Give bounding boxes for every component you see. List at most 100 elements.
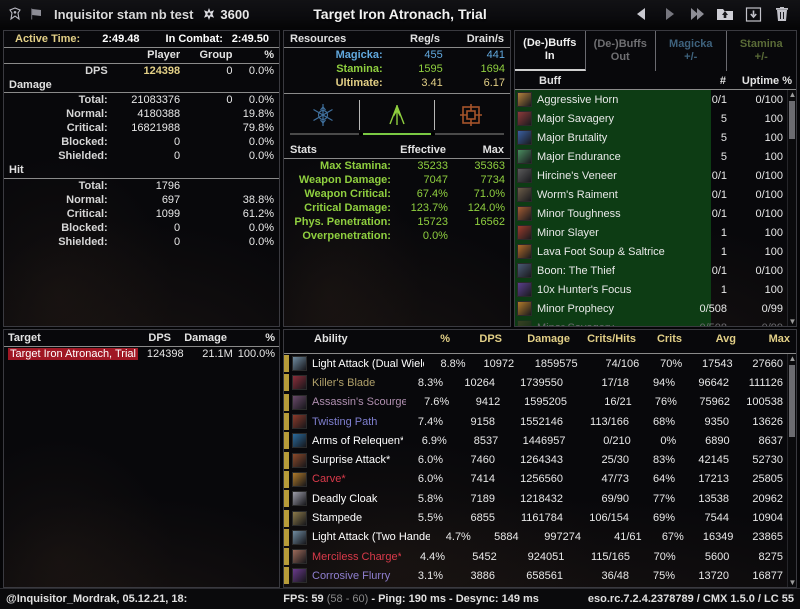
row-label: Critical Damage: (304, 202, 391, 214)
table-row: Weapon Damage: 7047 7734 (284, 173, 510, 187)
in-combat-label: In Combat: (165, 33, 223, 45)
col-regen: Reg/s (410, 33, 440, 45)
row-player: 1796 (155, 179, 181, 192)
buff-count: 5 (720, 112, 727, 125)
prev-fight-button[interactable] (632, 5, 651, 24)
tab-debuffs-in[interactable]: (De-)Buffs In (515, 31, 586, 71)
ability-percent: 3.1% (417, 569, 443, 582)
target-column-headers: Target DPS Damage % (4, 330, 279, 347)
ability-row[interactable]: Light Attack (Two Handed) 4.7% 5884 997274 4… (284, 528, 787, 547)
upload-button[interactable] (716, 5, 735, 24)
ability-crits: 67% (661, 531, 684, 544)
row-group (185, 221, 237, 235)
scrollbar-thumb[interactable] (789, 365, 795, 437)
buffs-column-headers: Buff # Uptime % (515, 73, 796, 90)
ability-damage: 1859575 (534, 357, 578, 370)
table-row: Total: 21083376 0 0.0% (4, 93, 279, 108)
col-ability: Ability (314, 333, 348, 345)
ability-max: 10904 (752, 512, 783, 525)
ability-row[interactable]: Killer's Blade 8.3% 10264 1739550 17/18 94% 96… (284, 373, 787, 392)
ability-row[interactable]: Assassin's Scourge 7.6% 9412 1595205 16/21 76… (284, 393, 787, 412)
abilities-scrollbar[interactable]: ▲ ▼ (787, 354, 796, 587)
fight-name[interactable]: Inquisitor stam nb test (54, 7, 193, 22)
row-effective: 15723 (417, 216, 448, 228)
ability-crits: 68% (652, 415, 675, 428)
ability-crits-hits: 36/48 (601, 569, 629, 582)
ability-name: Twisting Path (312, 415, 378, 428)
ability-crits-hits: 41/61 (614, 531, 642, 544)
frost-rune-icon[interactable] (286, 102, 359, 128)
ability-max: 111126 (748, 376, 783, 389)
scrollbar-thumb[interactable] (789, 101, 795, 139)
skill-bar-icons (284, 93, 510, 132)
table-row[interactable]: Target Iron Atronach, Trial 124398 21.1M… (4, 347, 279, 361)
last-fight-button[interactable] (688, 5, 707, 24)
target-name[interactable]: Target Iron Atronach, Trial (8, 348, 138, 360)
tab-label-bottom: In (544, 50, 555, 62)
scroll-down-arrow[interactable]: ▼ (788, 317, 796, 326)
next-fight-button[interactable] (660, 5, 679, 24)
ability-crits-hits: 115/165 (590, 550, 630, 563)
buff-count: 1 (720, 245, 727, 258)
buff-uptime: 100 (764, 112, 783, 125)
stats-title: Stats (290, 144, 317, 156)
tab-label-bottom: Out (610, 51, 630, 63)
buff-uptime: 0/100 (755, 93, 783, 106)
ability-damage: 1264343 (520, 454, 563, 467)
tab-stamina[interactable]: Stamina +/- (727, 31, 797, 71)
ultimate-icon (201, 7, 216, 22)
ability-name: Surprise Attack* (312, 454, 391, 467)
col-drain: Drain/s (466, 33, 504, 45)
col-avg: Avg (715, 333, 736, 345)
buff-uptime: 100 (764, 245, 783, 258)
buff-name: Aggressive Horn (537, 93, 619, 106)
row-effective: 35233 (417, 160, 448, 172)
buff-uptime: 0/100 (755, 188, 783, 201)
row-label: Weapon Damage: (298, 174, 391, 186)
ability-row[interactable]: Deadly Cloak 5.8% 7189 1218432 69/90 77% 13538… (284, 489, 787, 508)
ability-row[interactable]: Light Attack (Dual Wield) 8.8% 10972 185957… (284, 354, 787, 373)
delete-button[interactable] (772, 5, 791, 24)
ability-row[interactable]: Surprise Attack* 6.0% 7460 1264343 25/30 83% 4… (284, 450, 787, 469)
ability-share-marker (284, 470, 289, 488)
ability-row[interactable]: Stampede 5.5% 6855 1161784 106/154 69% 7544 109… (284, 508, 787, 527)
ability-damage: 1595205 (524, 396, 567, 409)
ability-row[interactable]: Arms of Relequen* 6.9% 8537 1446957 0/210 0% 6… (284, 431, 787, 450)
table-row: Phys. Penetration: 15723 16562 (284, 215, 510, 229)
scroll-up-arrow[interactable]: ▲ (788, 90, 796, 99)
buffs-scrollbar[interactable]: ▲ ▼ (787, 90, 796, 326)
table-row: Shielded: 0 0.0% (4, 149, 279, 163)
account-name: @Inquisitor_Mordrak, 05.12.21, 18: (6, 593, 188, 605)
ability-max: 23865 (752, 531, 783, 544)
ability-row[interactable]: Corrosive Flurry 3.1% 3886 658561 36/48 75% 13… (284, 566, 787, 585)
ability-percent: 4.4% (419, 550, 446, 563)
ability-avg: 17213 (698, 473, 729, 486)
tab-magicka[interactable]: Magicka +/- (656, 31, 727, 71)
ability-row[interactable]: Twisting Path 7.4% 9158 1552146 113/166 68% 93… (284, 412, 787, 431)
ability-row[interactable]: Barbed Trap*3.1%380064408052/8164%795211… (284, 586, 787, 587)
ability-max: 8637 (758, 434, 783, 447)
buff-icon (517, 92, 532, 107)
ability-damage: 1552146 (520, 415, 563, 428)
summary-column-headers: Player Group % (4, 48, 279, 62)
ability-row[interactable]: Carve* 6.0% 7414 1256560 47/73 64% 17213 25805 (284, 470, 787, 489)
table-row: Critical: 1099 61.2% (4, 207, 279, 221)
ability-share-marker (284, 432, 289, 450)
col-percent: % (440, 333, 450, 345)
buff-icon (517, 168, 532, 183)
bow-spread-icon[interactable] (360, 102, 433, 128)
scroll-down-arrow[interactable]: ▼ (788, 578, 796, 587)
row-group (185, 107, 237, 121)
scroll-up-arrow[interactable]: ▲ (788, 354, 796, 363)
tab-debuffs-out[interactable]: (De-)Buffs Out (586, 31, 656, 71)
buffs-panel: (De-)Buffs In (De-)Buffs Out Magicka +/-… (514, 30, 797, 327)
save-button[interactable] (744, 5, 763, 24)
ability-icon (292, 394, 307, 410)
row-max: 124.0% (467, 202, 505, 214)
trap-frame-icon[interactable] (435, 102, 508, 128)
row-max: 71.0% (473, 188, 505, 200)
ability-share-marker (284, 528, 289, 546)
buff-uptime: 100 (764, 226, 783, 239)
buff-name: Major Savagery (537, 112, 615, 125)
ability-row[interactable]: Merciless Charge* 4.4% 5452 924051 115/165 70… (284, 547, 787, 566)
